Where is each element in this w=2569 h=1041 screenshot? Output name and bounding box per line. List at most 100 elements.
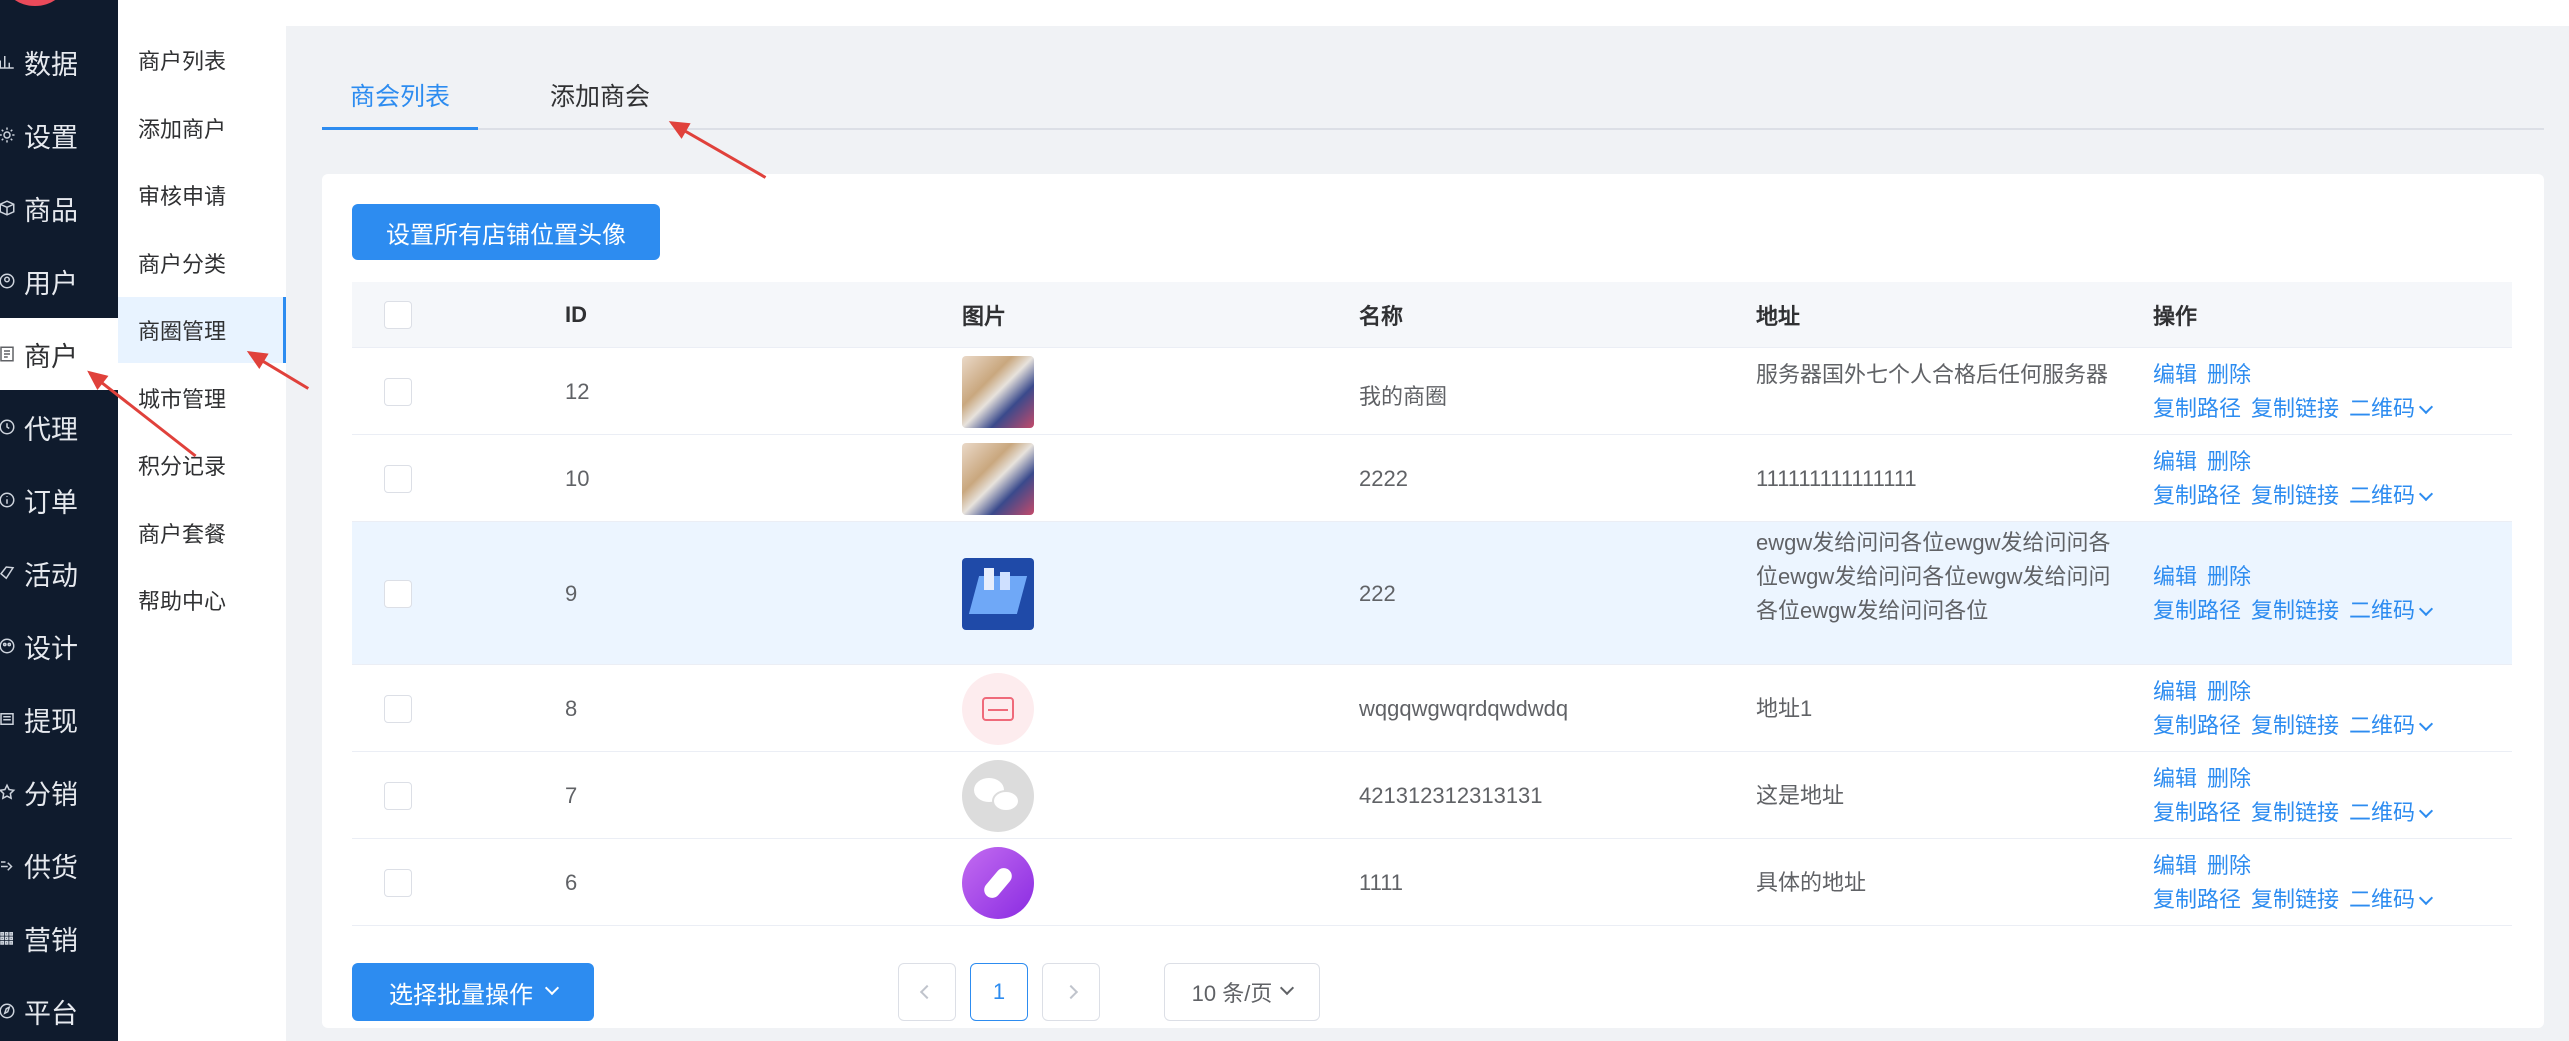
row-actions: 编辑 删除复制路径 复制链接 二维码	[2153, 445, 2451, 513]
copy-link-link[interactable]: 复制链接	[2251, 887, 2339, 912]
qrcode-link[interactable]: 二维码	[2349, 800, 2441, 825]
edit-link[interactable]: 编辑	[2153, 362, 2197, 387]
main-nav-item[interactable]: 用户	[0, 245, 118, 317]
row-address: 这是地址	[1756, 782, 1845, 808]
copy-path-link[interactable]: 复制路径	[2153, 713, 2241, 738]
main-nav-label: 代理	[24, 414, 78, 445]
row-checkbox[interactable]	[384, 868, 412, 897]
main-nav-item[interactable]: 数据	[0, 26, 118, 98]
main-sidebar: 数据 设置 商品 用户 商户 代理 订单 活动 设计 提现 分销 供货 营销 平台	[0, 0, 118, 1041]
copy-path-link[interactable]: 复制路径	[2153, 800, 2241, 825]
sub-nav-item[interactable]: 商户分类	[118, 230, 286, 296]
chevron-down-icon	[2418, 601, 2434, 616]
edit-link[interactable]: 编辑	[2153, 853, 2197, 878]
sub-nav-item[interactable]: 商户列表	[118, 27, 286, 93]
main-nav-item[interactable]: 分销	[0, 756, 118, 828]
row-address: 具体的地址	[1756, 869, 1867, 895]
sub-nav-item[interactable]: 添加商户	[118, 95, 286, 161]
tab-add-chamber[interactable]: 添加商会	[522, 66, 678, 130]
row-name: 2222	[1359, 465, 1408, 491]
copy-path-link[interactable]: 复制路径	[2153, 483, 2241, 508]
table-row: 7 421312312313131 这是地址 编辑 删除 复制路径 复制链接 二维码	[352, 752, 2512, 839]
main-nav-item[interactable]: 活动	[0, 537, 118, 609]
set-all-avatar-button[interactable]: 设置所有店铺位置头像	[352, 204, 660, 260]
document-icon	[0, 708, 18, 730]
edit-link[interactable]: 编辑	[2153, 679, 2197, 704]
main-nav-label: 提现	[24, 706, 78, 737]
tag-icon	[0, 562, 18, 584]
select-all-checkbox[interactable]	[384, 301, 412, 329]
main-nav-label: 用户	[24, 268, 78, 299]
row-id: 9	[565, 580, 578, 606]
list-icon	[0, 343, 18, 365]
qrcode-link[interactable]: 二维码	[2349, 887, 2441, 912]
main-nav-item[interactable]: 订单	[0, 464, 118, 536]
qrcode-link[interactable]: 二维码	[2349, 598, 2441, 623]
copy-link-link[interactable]: 复制链接	[2251, 713, 2339, 738]
qrcode-link[interactable]: 二维码	[2349, 396, 2441, 421]
copy-link-link[interactable]: 复制链接	[2251, 800, 2339, 825]
batch-action-button[interactable]: 选择批量操作	[352, 963, 594, 1021]
chevron-down-icon	[1280, 980, 1295, 996]
row-checkbox[interactable]	[384, 377, 412, 406]
copy-link-link[interactable]: 复制链接	[2251, 598, 2339, 623]
qrcode-link[interactable]: 二维码	[2349, 713, 2441, 738]
palette-icon	[0, 635, 18, 657]
sub-sidebar: 商户列表 添加商户 审核申请 商户分类 商圈管理 城市管理 积分记录 商户套餐 帮助中心	[118, 0, 286, 1041]
next-page-button[interactable]	[1042, 963, 1100, 1021]
page-1-button[interactable]: 1	[970, 963, 1028, 1021]
row-name: wqgqwgwqrdqwdwdq	[1359, 695, 1569, 721]
row-address: 服务器国外七个人合格后任何服务器	[1756, 361, 2109, 387]
sub-nav-item[interactable]: 商户套餐	[118, 500, 286, 566]
delete-link[interactable]: 删除	[2207, 853, 2251, 878]
copy-path-link[interactable]: 复制路径	[2153, 598, 2241, 623]
main-nav-label: 商品	[24, 195, 78, 226]
row-name: 222	[1359, 580, 1396, 606]
copy-link-link[interactable]: 复制链接	[2251, 483, 2339, 508]
sub-nav-item[interactable]: 积分记录	[118, 432, 286, 498]
row-checkbox[interactable]	[384, 781, 412, 810]
main-nav-item[interactable]: 商品	[0, 172, 118, 244]
gear-icon	[0, 124, 18, 146]
copy-path-link[interactable]: 复制路径	[2153, 887, 2241, 912]
edit-link[interactable]: 编辑	[2153, 766, 2197, 791]
row-checkbox[interactable]	[384, 464, 412, 493]
main-nav-item[interactable]: 营销	[0, 902, 118, 974]
main-nav-label: 分销	[24, 779, 78, 810]
sub-nav-item[interactable]: 审核申请	[118, 162, 286, 228]
page-size-select[interactable]: 10 条/页	[1164, 963, 1320, 1021]
main-nav-item[interactable]: 代理	[0, 391, 118, 463]
delete-link[interactable]: 删除	[2207, 766, 2251, 791]
prev-page-button[interactable]	[898, 963, 956, 1021]
col-address: 地址	[1756, 303, 1801, 329]
table-row: 9 222 ewgw发给问问各位ewgw发给问问各位ewgw发给问问各位ewgw发给…	[352, 522, 2512, 665]
row-name: 421312312313131	[1359, 782, 1543, 808]
delete-link[interactable]: 删除	[2207, 564, 2251, 589]
delete-link[interactable]: 删除	[2207, 449, 2251, 474]
table-row: 8 wqgqwgwqrdqwdwdq 地址1 编辑 删除 复制路径 复制链接 二维码	[352, 665, 2512, 752]
chevron-down-icon	[2418, 890, 2434, 905]
table-row: 12 我的商圈 服务器国外七个人合格后任何服务器 编辑 删除 复制路径 复制链接 二维码	[352, 348, 2512, 435]
tab-bar: 商会列表 添加商会	[322, 66, 2544, 130]
row-checkbox[interactable]	[384, 694, 412, 723]
edit-link[interactable]: 编辑	[2153, 449, 2197, 474]
row-checkbox[interactable]	[384, 579, 412, 608]
delete-link[interactable]: 删除	[2207, 362, 2251, 387]
main-content: 商会列表 添加商会 设置所有店铺位置头像 ID 图片 名称 地址 操作 12 我的…	[286, 26, 2569, 1041]
main-nav-item[interactable]: 设计	[0, 610, 118, 682]
row-actions: 编辑 删除复制路径 复制链接 二维码	[2153, 675, 2451, 743]
copy-path-link[interactable]: 复制路径	[2153, 396, 2241, 421]
main-nav-item[interactable]: 提现	[0, 683, 118, 755]
qrcode-link[interactable]: 二维码	[2349, 483, 2441, 508]
box-icon	[0, 197, 18, 219]
main-nav-item[interactable]: 供货	[0, 829, 118, 901]
copy-link-link[interactable]: 复制链接	[2251, 396, 2339, 421]
delete-link[interactable]: 删除	[2207, 679, 2251, 704]
sub-nav-item[interactable]: 帮助中心	[118, 567, 286, 633]
main-nav-item[interactable]: 平台	[0, 975, 118, 1041]
main-nav-item[interactable]: 设置	[0, 99, 118, 171]
page-size-value: 10 条/页	[1191, 981, 1273, 1006]
edit-link[interactable]: 编辑	[2153, 564, 2197, 589]
sub-nav-item[interactable]: 城市管理	[118, 365, 286, 431]
tab-chamber-list[interactable]: 商会列表	[322, 66, 478, 130]
